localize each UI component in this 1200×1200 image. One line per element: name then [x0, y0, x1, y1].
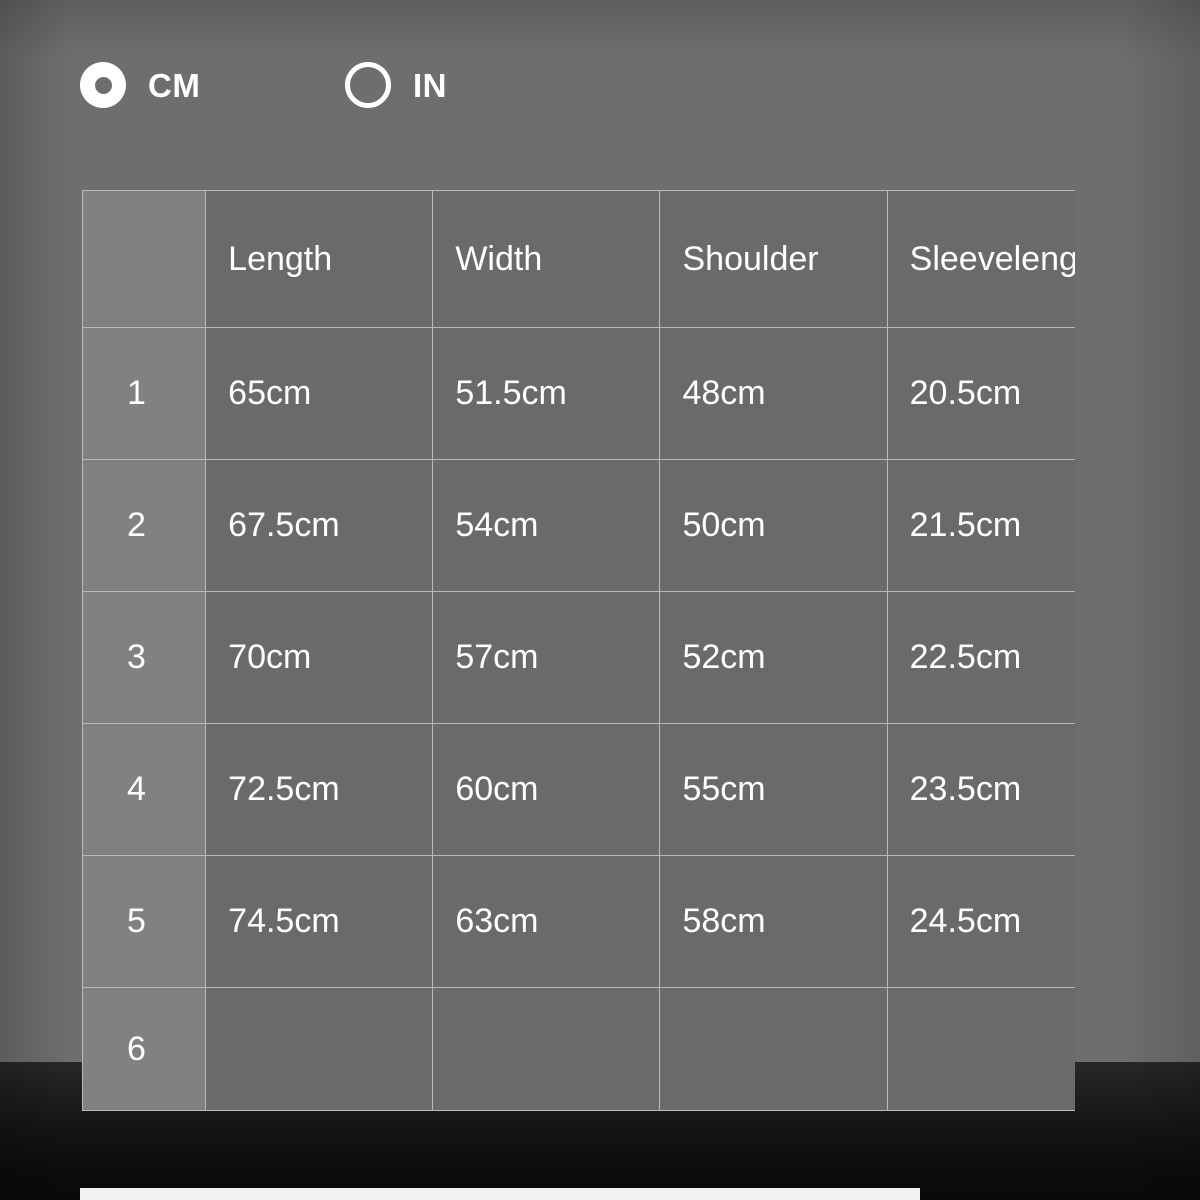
cell-width: 63cm	[432, 855, 661, 988]
size-table-container: Length Width Shoulder Sleevelength 1 65c…	[82, 190, 1075, 1115]
cell-width: 60cm	[432, 723, 661, 856]
row-index-label: 3	[82, 591, 207, 724]
table-row: 6	[82, 987, 1075, 1111]
cell-shoulder: 55cm	[659, 723, 888, 856]
cell-shoulder: 48cm	[659, 327, 888, 460]
cell-shoulder: 50cm	[659, 459, 888, 592]
size-table: Length Width Shoulder Sleevelength 1 65c…	[82, 190, 1075, 1111]
cell-sleevelength: 20.5cm	[886, 327, 1075, 460]
cell-width: 51.5cm	[432, 327, 661, 460]
cell-shoulder: 52cm	[659, 591, 888, 724]
cell-length: 70cm	[205, 591, 434, 724]
cell-width	[432, 987, 661, 1111]
table-row: 4 72.5cm 60cm 55cm 23.5cm	[82, 723, 1075, 856]
column-header-width: Width	[432, 190, 661, 328]
bottom-action-bar[interactable]	[80, 1188, 920, 1200]
row-index-label: 2	[82, 459, 207, 592]
unit-option-cm-label: CM	[148, 66, 201, 104]
cell-shoulder	[659, 987, 888, 1111]
cell-length: 72.5cm	[205, 723, 434, 856]
table-row: 3 70cm 57cm 52cm 22.5cm	[82, 591, 1075, 724]
cell-sleevelength: 24.5cm	[886, 855, 1075, 988]
cell-width: 57cm	[432, 591, 661, 724]
column-header-length: Length	[205, 190, 434, 328]
cell-sleevelength: 21.5cm	[886, 459, 1075, 592]
size-table-body: 1 65cm 51.5cm 48cm 20.5cm 2 67.5cm 54cm …	[82, 327, 1075, 1111]
row-index-label: 4	[82, 723, 207, 856]
radio-unselected-icon[interactable]	[345, 62, 391, 108]
table-row: 1 65cm 51.5cm 48cm 20.5cm	[82, 327, 1075, 460]
unit-option-cm[interactable]: CM	[80, 60, 200, 110]
column-header-index	[82, 190, 207, 328]
size-table-head: Length Width Shoulder Sleevelength	[82, 190, 1075, 328]
cell-length: 65cm	[205, 327, 434, 460]
cell-length: 74.5cm	[205, 855, 434, 988]
row-index-label: 6	[82, 987, 207, 1111]
cell-shoulder: 58cm	[659, 855, 888, 988]
cell-sleevelength	[886, 987, 1075, 1111]
unit-option-in-label: IN	[413, 66, 447, 104]
column-header-shoulder: Shoulder	[659, 190, 888, 328]
size-chart-screen: CM IN Length Width Shoulder Sleevelen 1 …	[0, 0, 1200, 1200]
table-row: 2 67.5cm 54cm 50cm 21.5cm	[82, 459, 1075, 592]
cell-length: 67.5cm	[205, 459, 434, 592]
cell-width: 54cm	[432, 459, 661, 592]
column-header-sleevelength: Sleevelength	[886, 190, 1075, 328]
table-header-row: Length Width Shoulder Sleevelength	[82, 190, 1075, 328]
row-index-label: 5	[82, 855, 207, 988]
cell-length	[205, 987, 434, 1111]
cell-sleevelength: 23.5cm	[886, 723, 1075, 856]
radio-selected-icon[interactable]	[80, 62, 126, 108]
unit-option-in[interactable]: IN	[345, 60, 447, 110]
cell-sleevelength: 22.5cm	[886, 591, 1075, 724]
row-index-label: 1	[82, 327, 207, 460]
unit-selector: CM IN	[0, 0, 1200, 170]
table-row: 5 74.5cm 63cm 58cm 24.5cm	[82, 855, 1075, 988]
